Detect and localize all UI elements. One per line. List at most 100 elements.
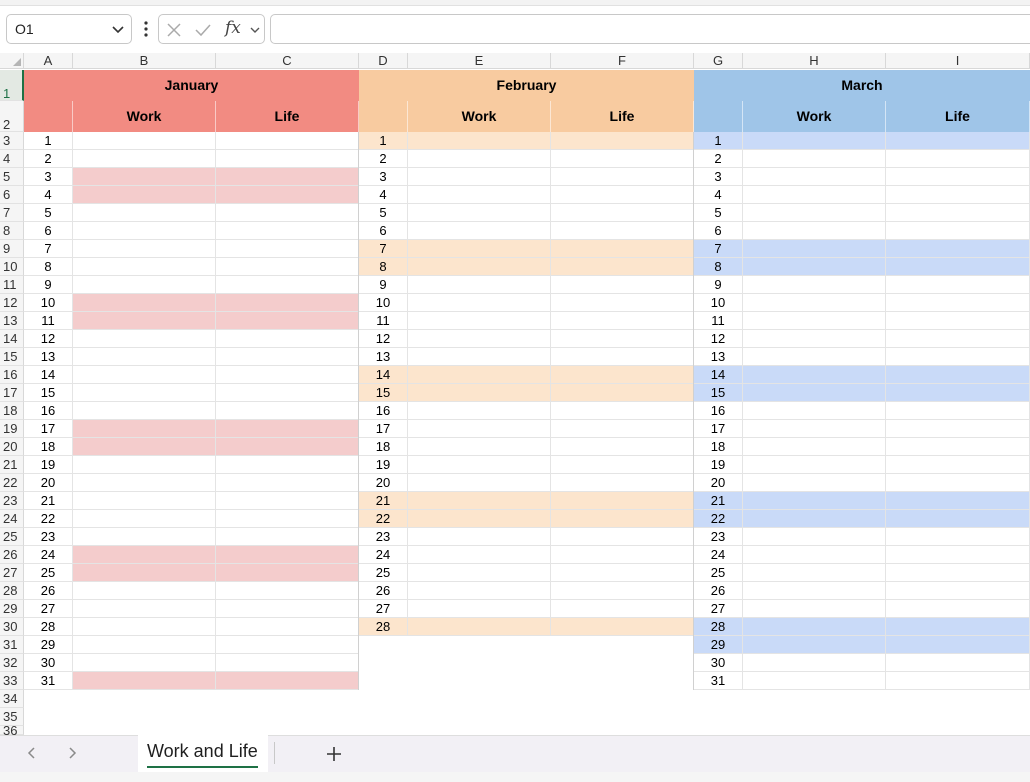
february-life-cell[interactable] [551, 294, 694, 312]
january-work-cell[interactable] [73, 366, 216, 384]
march-work-cell[interactable] [743, 222, 886, 240]
march-life-cell[interactable] [886, 312, 1030, 330]
column-header-b[interactable]: B [73, 53, 216, 69]
march-life-cell[interactable] [886, 348, 1030, 366]
march-day-cell[interactable]: 2 [694, 150, 743, 168]
march-day-cell[interactable]: 15 [694, 384, 743, 402]
march-day-cell[interactable]: 17 [694, 420, 743, 438]
february-life-cell[interactable] [551, 384, 694, 402]
march-work-cell[interactable] [743, 204, 886, 222]
january-day-cell[interactable]: 4 [24, 186, 73, 204]
february-life-cell[interactable] [551, 402, 694, 420]
february-day-cell[interactable]: 28 [359, 618, 408, 636]
january-day-cell[interactable]: 23 [24, 528, 73, 546]
column-header-g[interactable]: G [694, 53, 743, 69]
march-life-cell[interactable] [886, 132, 1030, 150]
january-day-cell[interactable]: 28 [24, 618, 73, 636]
february-work-cell[interactable] [408, 240, 551, 258]
march-work-cell[interactable] [743, 492, 886, 510]
february-life-cell[interactable] [551, 546, 694, 564]
march-work-cell[interactable] [743, 186, 886, 204]
january-life-cell[interactable] [216, 312, 359, 330]
march-life-cell[interactable] [886, 474, 1030, 492]
row-header-33[interactable]: 33 [0, 672, 24, 690]
sheet-tab-work-and-life[interactable]: Work and Life [138, 735, 268, 772]
march-day-cell[interactable]: 21 [694, 492, 743, 510]
february-day-cell[interactable]: 12 [359, 330, 408, 348]
march-life-cell[interactable] [886, 294, 1030, 312]
january-work-cell[interactable] [73, 438, 216, 456]
march-day-cell[interactable]: 28 [694, 618, 743, 636]
january-day-cell[interactable]: 20 [24, 474, 73, 492]
march-day-cell[interactable]: 23 [694, 528, 743, 546]
row-header-3[interactable]: 3 [0, 132, 24, 150]
february-life-cell[interactable] [551, 492, 694, 510]
february-work-cell[interactable] [408, 186, 551, 204]
row-header-10[interactable]: 10 [0, 258, 24, 276]
march-day-cell[interactable]: 27 [694, 600, 743, 618]
row-header-34[interactable]: 34 [0, 690, 24, 708]
row-header-32[interactable]: 32 [0, 654, 24, 672]
march-life-cell[interactable] [886, 564, 1030, 582]
march-work-cell[interactable] [743, 654, 886, 672]
march-work-cell[interactable] [743, 420, 886, 438]
row-header-31[interactable]: 31 [0, 636, 24, 654]
february-day-cell[interactable]: 1 [359, 132, 408, 150]
january-life-cell[interactable] [216, 438, 359, 456]
march-work-cell[interactable] [743, 528, 886, 546]
row-header-11[interactable]: 11 [0, 276, 24, 294]
january-work-cell[interactable] [73, 384, 216, 402]
february-life-cell[interactable] [551, 528, 694, 546]
february-work-cell[interactable] [408, 366, 551, 384]
january-day-cell[interactable]: 11 [24, 312, 73, 330]
january-work-cell[interactable] [73, 348, 216, 366]
january-work-cell[interactable] [73, 636, 216, 654]
january-life-cell[interactable] [216, 654, 359, 672]
march-day-cell[interactable]: 13 [694, 348, 743, 366]
february-day-cell[interactable]: 18 [359, 438, 408, 456]
row-header-6[interactable]: 6 [0, 186, 24, 204]
january-day-cell[interactable]: 30 [24, 654, 73, 672]
january-work-cell[interactable] [73, 132, 216, 150]
january-day-cell[interactable]: 26 [24, 582, 73, 600]
january-day-cell[interactable]: 10 [24, 294, 73, 312]
march-life-cell[interactable] [886, 438, 1030, 456]
march-life-cell[interactable] [886, 600, 1030, 618]
february-work-cell[interactable] [408, 474, 551, 492]
january-day-cell[interactable]: 17 [24, 420, 73, 438]
january-life-cell[interactable] [216, 564, 359, 582]
march-life-cell[interactable] [886, 384, 1030, 402]
january-day-cell[interactable]: 12 [24, 330, 73, 348]
february-life-cell[interactable] [551, 348, 694, 366]
march-work-cell[interactable] [743, 456, 886, 474]
row-header-22[interactable]: 22 [0, 474, 24, 492]
march-day-cell[interactable]: 11 [694, 312, 743, 330]
january-life-cell[interactable] [216, 402, 359, 420]
february-work-cell[interactable] [408, 276, 551, 294]
february-life-cell[interactable] [551, 420, 694, 438]
march-work-cell[interactable] [743, 348, 886, 366]
march-life-cell[interactable] [886, 222, 1030, 240]
january-work-cell[interactable] [73, 150, 216, 168]
row-header-5[interactable]: 5 [0, 168, 24, 186]
march-day-cell[interactable]: 19 [694, 456, 743, 474]
march-work-cell[interactable] [743, 618, 886, 636]
march-work-cell[interactable] [743, 384, 886, 402]
february-life-cell[interactable] [551, 150, 694, 168]
january-work-cell[interactable] [73, 420, 216, 438]
february-day-cell[interactable]: 27 [359, 600, 408, 618]
check-icon[interactable] [195, 22, 211, 38]
march-day-cell[interactable]: 8 [694, 258, 743, 276]
february-life-cell[interactable] [551, 132, 694, 150]
february-work-cell[interactable] [408, 294, 551, 312]
january-day-cell[interactable]: 25 [24, 564, 73, 582]
row-header-7[interactable]: 7 [0, 204, 24, 222]
chevron-down-icon[interactable] [249, 24, 261, 36]
march-life-cell[interactable] [886, 510, 1030, 528]
february-day-cell[interactable]: 6 [359, 222, 408, 240]
february-day-cell[interactable]: 9 [359, 276, 408, 294]
row-header-25[interactable]: 25 [0, 528, 24, 546]
january-work-cell[interactable] [73, 492, 216, 510]
february-life-cell[interactable] [551, 168, 694, 186]
february-work-cell[interactable] [408, 312, 551, 330]
